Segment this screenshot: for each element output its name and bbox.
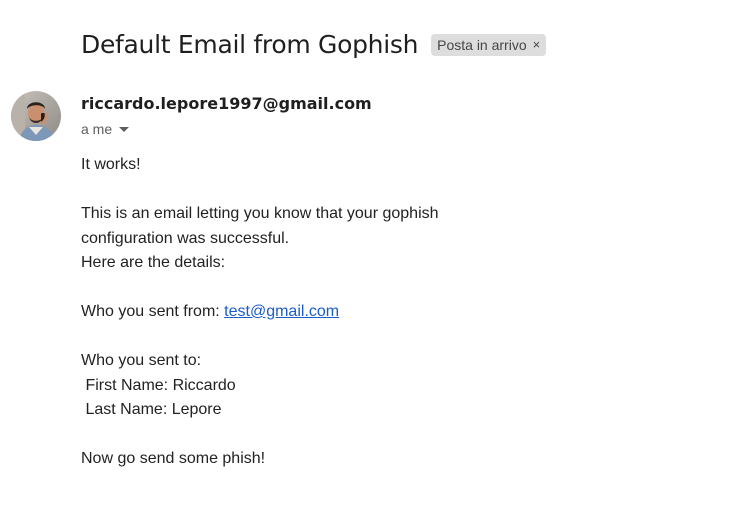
inbox-label-text: Posta in arrivo (437, 36, 527, 53)
body-line: This is an email letting you know that y… (81, 205, 439, 222)
chevron-down-icon (119, 126, 130, 132)
subject-row: Default Email from Gophish Posta in arri… (81, 30, 547, 59)
email-view: Default Email from Gophish Posta in arri… (0, 0, 729, 505)
body-line: Here are the details: (81, 254, 226, 271)
last-name-line: Last Name: Lepore (81, 401, 222, 418)
email-subject: Default Email from Gophish (81, 30, 419, 59)
sent-from-label: Who you sent from: (81, 303, 225, 320)
recipient-details-toggle[interactable]: a me (81, 121, 130, 137)
recipient-text: a me (81, 121, 113, 137)
avatar[interactable] (11, 91, 61, 141)
sent-from-line: Who you sent from: test@gmail.com (81, 300, 681, 325)
body-line: It works! (81, 156, 141, 173)
closing-line: Now go send some phish! (81, 450, 266, 467)
email-body: It works! This is an email letting you k… (81, 153, 681, 472)
user-avatar-icon (11, 91, 61, 141)
sender-email[interactable]: riccardo.lepore1997@gmail.com (81, 94, 372, 113)
first-name-line: First Name: Riccardo (81, 376, 236, 394)
body-line: configuration was successful. (81, 229, 290, 247)
sent-to-label: Who you sent to: (81, 352, 202, 369)
sender-email-link[interactable]: test@gmail.com (224, 303, 339, 320)
close-icon[interactable]: × (533, 36, 541, 54)
inbox-label-chip[interactable]: Posta in arrivo × (431, 33, 547, 56)
